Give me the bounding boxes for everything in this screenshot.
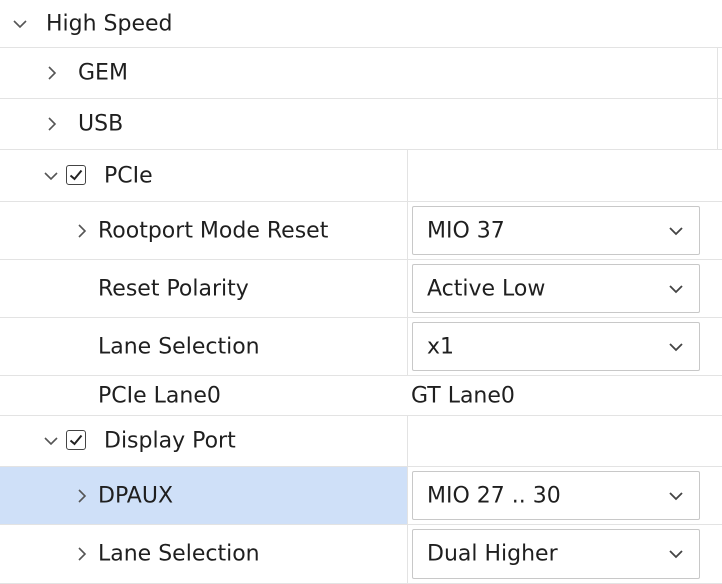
tree-row-pcie[interactable]: PCIe	[0, 150, 722, 202]
tree-label-pcie-lane-selection: Lane Selection	[98, 334, 260, 359]
display-port-checkbox[interactable]	[66, 430, 86, 450]
tree-label-display-port: Display Port	[104, 428, 236, 454]
tree-label-reset-polarity: Reset Polarity	[98, 276, 249, 301]
tree-row-high-speed[interactable]: High Speed	[0, 0, 722, 48]
tree-row-pcie-lane-selection[interactable]: Lane Selection x1	[0, 318, 722, 376]
chevron-right-icon[interactable]	[73, 545, 91, 563]
chevron-right-icon[interactable]	[43, 115, 61, 133]
select-value: MIO 37	[427, 218, 505, 243]
chevron-down-icon[interactable]	[667, 487, 685, 505]
tree-label-gem: GEM	[78, 60, 128, 86]
property-tree: High Speed GEM USB PCIe Rootport Mode Re…	[0, 0, 722, 584]
tree-label-pcie: PCIe	[104, 163, 153, 188]
chevron-down-icon[interactable]	[667, 280, 685, 298]
tree-row-display-port[interactable]: Display Port	[0, 416, 722, 467]
tree-row-pcie-lane0[interactable]: PCIe Lane0 GT Lane0	[0, 376, 722, 416]
tree-row-gem[interactable]: GEM	[0, 48, 722, 99]
chevron-down-icon[interactable]	[42, 167, 60, 185]
tree-label-dpaux: DPAUX	[98, 483, 174, 508]
tree-label-dp-lane-selection: Lane Selection	[98, 541, 260, 567]
checkmark-icon	[69, 169, 83, 180]
pcie-lane-selection-select[interactable]: x1	[412, 322, 700, 371]
checkmark-icon	[69, 434, 83, 446]
tree-row-rootport-mode-reset[interactable]: Rootport Mode Reset MIO 37	[0, 202, 722, 260]
dp-lane-selection-select[interactable]: Dual Higher	[412, 529, 700, 579]
tree-row-reset-polarity[interactable]: Reset Polarity Active Low	[0, 260, 722, 318]
tree-label-rootport-mode-reset: Rootport Mode Reset	[98, 218, 329, 243]
tree-row-dpaux[interactable]: DPAUX MIO 27 .. 30	[0, 467, 722, 525]
select-value: Active Low	[427, 276, 546, 301]
select-value: Dual Higher	[427, 541, 558, 567]
chevron-right-icon[interactable]	[73, 487, 91, 505]
chevron-down-icon[interactable]	[667, 338, 685, 356]
select-value: MIO 27 .. 30	[427, 483, 561, 508]
tree-label-usb: USB	[78, 111, 124, 137]
chevron-down-icon[interactable]	[667, 222, 685, 240]
tree-row-usb[interactable]: USB	[0, 99, 722, 150]
chevron-down-icon[interactable]	[42, 432, 60, 450]
rootport-mode-reset-select[interactable]: MIO 37	[412, 206, 700, 255]
tree-row-dp-lane-selection[interactable]: Lane Selection Dual Higher	[0, 525, 722, 584]
chevron-down-icon[interactable]	[667, 545, 685, 563]
select-value: x1	[427, 334, 455, 359]
dpaux-select[interactable]: MIO 27 .. 30	[412, 471, 700, 520]
pcie-lane0-value: GT Lane0	[411, 383, 515, 408]
reset-polarity-select[interactable]: Active Low	[412, 264, 700, 313]
pcie-checkbox[interactable]	[66, 164, 86, 185]
tree-label-pcie-lane0: PCIe Lane0	[98, 383, 221, 408]
chevron-right-icon[interactable]	[73, 222, 91, 240]
chevron-right-icon[interactable]	[43, 64, 61, 82]
chevron-down-icon[interactable]	[11, 15, 29, 33]
tree-label-high-speed: High Speed	[46, 11, 173, 36]
